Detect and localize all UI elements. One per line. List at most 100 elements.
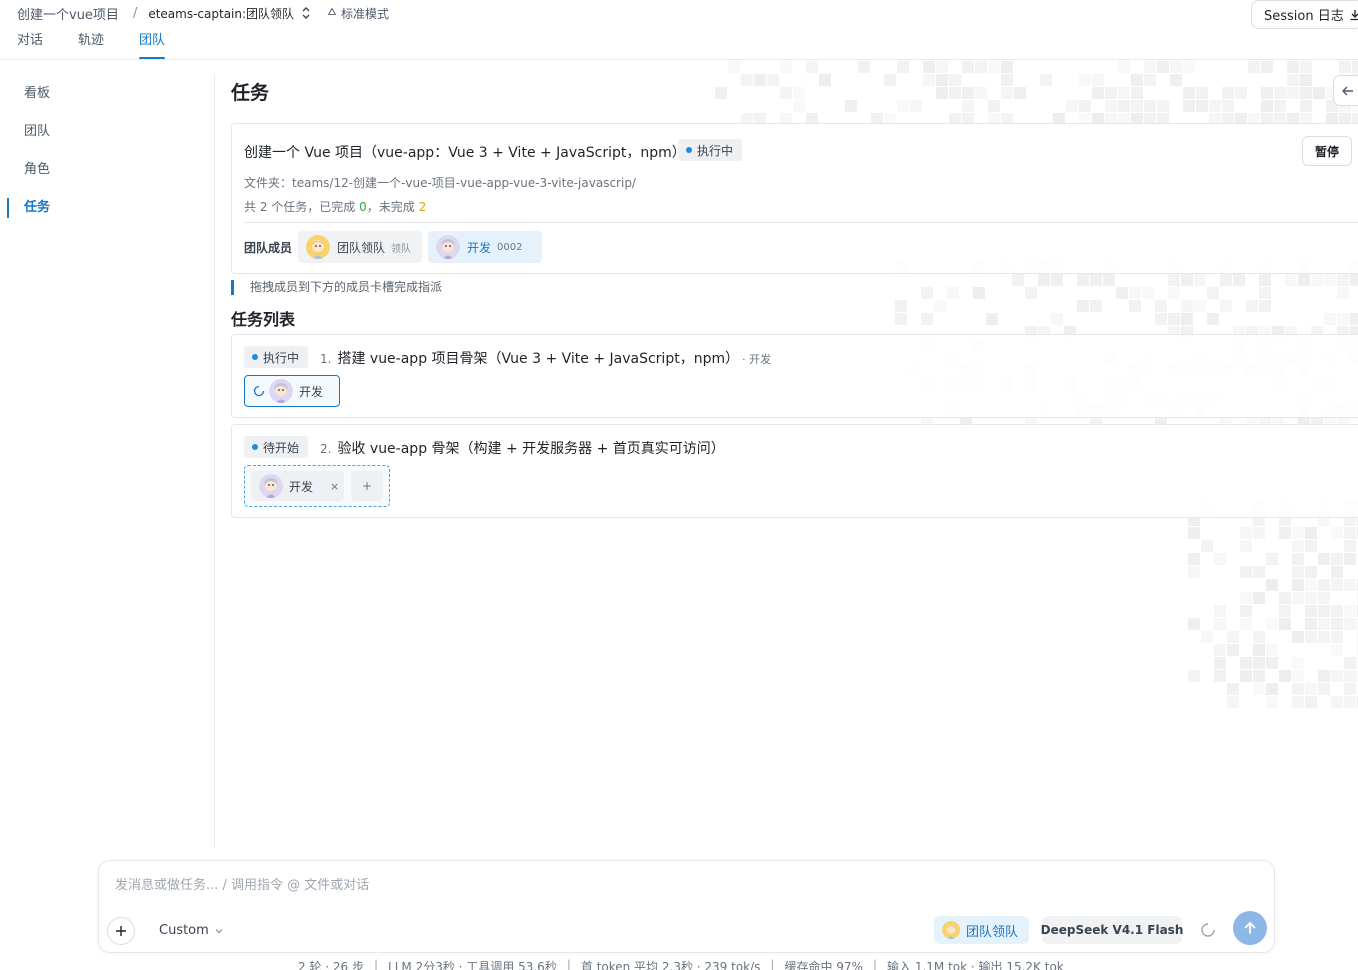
background-pixel [1209, 100, 1221, 112]
background-pixel [1227, 696, 1239, 708]
background-pixel [741, 74, 753, 86]
mode-indicator[interactable]: 标准模式 [326, 5, 389, 22]
sidebar-item-roles[interactable]: 角色 [0, 151, 214, 189]
background-pixel [1214, 657, 1226, 669]
member-chip-leader[interactable]: 团队领队 领队 [298, 231, 422, 263]
background-pixel [1318, 670, 1330, 682]
task-list-title: 任务列表 [231, 310, 296, 329]
background-pixel [1261, 87, 1273, 99]
background-pixel [1337, 287, 1349, 299]
message-input[interactable] [115, 878, 1215, 893]
background-pixel [1214, 670, 1226, 682]
session-log-button[interactable]: Session 日志 [1251, 0, 1358, 29]
background-pixel [1339, 61, 1351, 73]
background-pixel [1331, 644, 1343, 656]
background-pixel [1079, 100, 1091, 112]
background-pixel [1253, 527, 1265, 539]
background-pixel [1292, 683, 1304, 695]
add-member-button[interactable]: + [351, 471, 383, 501]
pause-button[interactable]: 暂停 [1302, 136, 1352, 166]
composer: Custom 团队领队 DeepSeek V4.1 Flash [98, 860, 1275, 953]
background-pixel [1066, 100, 1078, 112]
background-pixel [1183, 61, 1195, 73]
status-dot-icon [686, 147, 692, 153]
tab-bar: 对话 轨迹 团队 [17, 31, 200, 60]
background-pixel [1287, 87, 1299, 99]
remove-member-button[interactable]: × [330, 480, 339, 493]
assignee-slot-dropzone[interactable]: 开发 × + [244, 465, 390, 507]
background-pixel [1118, 61, 1130, 73]
background-pixel [1318, 631, 1330, 643]
member-code: 0002 [497, 241, 523, 253]
assigned-member-chip[interactable]: 开发 × [251, 471, 344, 501]
team-selector[interactable]: eteams-captain:团队领队 [148, 5, 294, 22]
background-pixel [1240, 540, 1252, 552]
background-pixel [1077, 274, 1089, 286]
background-pixel [1292, 566, 1304, 578]
background-pixel [1227, 683, 1239, 695]
tab-team[interactable]: 团队 [139, 31, 166, 60]
background-pixel [1305, 540, 1317, 552]
background-pixel [1157, 100, 1169, 112]
stat-first-token: 首 token 平均 2.3秒 · 239 tok/s [580, 960, 761, 970]
background-pixel [1168, 287, 1180, 299]
background-pixel [1144, 74, 1156, 86]
sidebar: 看板 团队 角色 任务 [0, 75, 215, 847]
leader-avatar-icon [306, 235, 330, 259]
send-button[interactable] [1233, 911, 1267, 945]
background-pixel [1253, 644, 1265, 656]
model-selector[interactable]: DeepSeek V4.1 Flash [1041, 916, 1183, 944]
background-pixel [1116, 287, 1128, 299]
background-pixel [1214, 644, 1226, 656]
mode-label: 标准模式 [341, 6, 390, 21]
background-pixel [988, 61, 1000, 73]
background-pixel [1012, 274, 1024, 286]
background-pixel [1344, 696, 1356, 708]
background-pixel [1170, 61, 1182, 73]
background-pixel [1214, 605, 1226, 617]
background-pixel [1142, 287, 1154, 299]
breadcrumb-project[interactable]: 创建一个vue项目 [17, 4, 119, 23]
assignee-slot-active[interactable]: 开发 [244, 375, 340, 407]
background-pixel [910, 100, 922, 112]
sidebar-item-team[interactable]: 团队 [0, 113, 214, 151]
background-pixel [1103, 274, 1115, 286]
background-pixel [1292, 540, 1304, 552]
agent-selector[interactable]: 团队领队 [934, 916, 1029, 944]
status-label: 待开始 [263, 440, 300, 455]
mode-select[interactable]: Custom [159, 923, 224, 938]
recycle-icon [327, 7, 337, 16]
background-pixel [1051, 313, 1063, 325]
background-pixel [1207, 313, 1219, 325]
background-pixel [1305, 605, 1317, 617]
tab-chat[interactable]: 对话 [17, 31, 43, 60]
members-label: 团队成员 [244, 241, 293, 255]
task-row[interactable]: 执行中 1. 搭建 vue-app 项目骨架（Vue 3 + Vite + Jav… [231, 334, 1358, 418]
member-chip-dev[interactable]: 开发 0002 [428, 231, 542, 263]
dev-avatar-icon [259, 474, 283, 498]
background-pixel [1240, 618, 1252, 630]
sidebar-item-tasks[interactable]: 任务 [0, 189, 214, 227]
usage-stats-bar: 2 轮 · 26 步 | LLM 2分3秒 · 工具调用 53.6秒 | 首 tok… [298, 958, 1064, 970]
sidebar-item-board[interactable]: 看板 [0, 75, 214, 113]
page-title: 任务 [231, 82, 270, 104]
background-pixel [884, 74, 896, 86]
folder-path[interactable]: teams/12-创建一个-vue-项目-vue-app-vue-3-vite-… [292, 176, 636, 190]
background-pixel [1092, 74, 1104, 86]
collapse-panel-button[interactable] [1333, 75, 1358, 106]
task-row[interactable]: 待开始 2. 验收 vue-app 骨架（构建 + 开发服务器 + 首页真实可访问… [231, 424, 1358, 518]
attach-button[interactable] [107, 917, 135, 945]
background-pixel [1344, 670, 1356, 682]
chevron-updown-icon[interactable] [300, 6, 312, 20]
background-pixel [1266, 553, 1278, 565]
background-pixel [1324, 274, 1336, 286]
background-pixel [1253, 631, 1265, 643]
background-pixel [1253, 592, 1265, 604]
background-pixel [1266, 683, 1278, 695]
task-assignee-note: · 开发 [742, 353, 772, 366]
background-pixel [1279, 527, 1291, 539]
background-pixel [1318, 579, 1330, 591]
background-pixel [1331, 670, 1343, 682]
stats-middle: ，未完成 [366, 200, 419, 214]
tab-trace[interactable]: 轨迹 [78, 31, 104, 60]
